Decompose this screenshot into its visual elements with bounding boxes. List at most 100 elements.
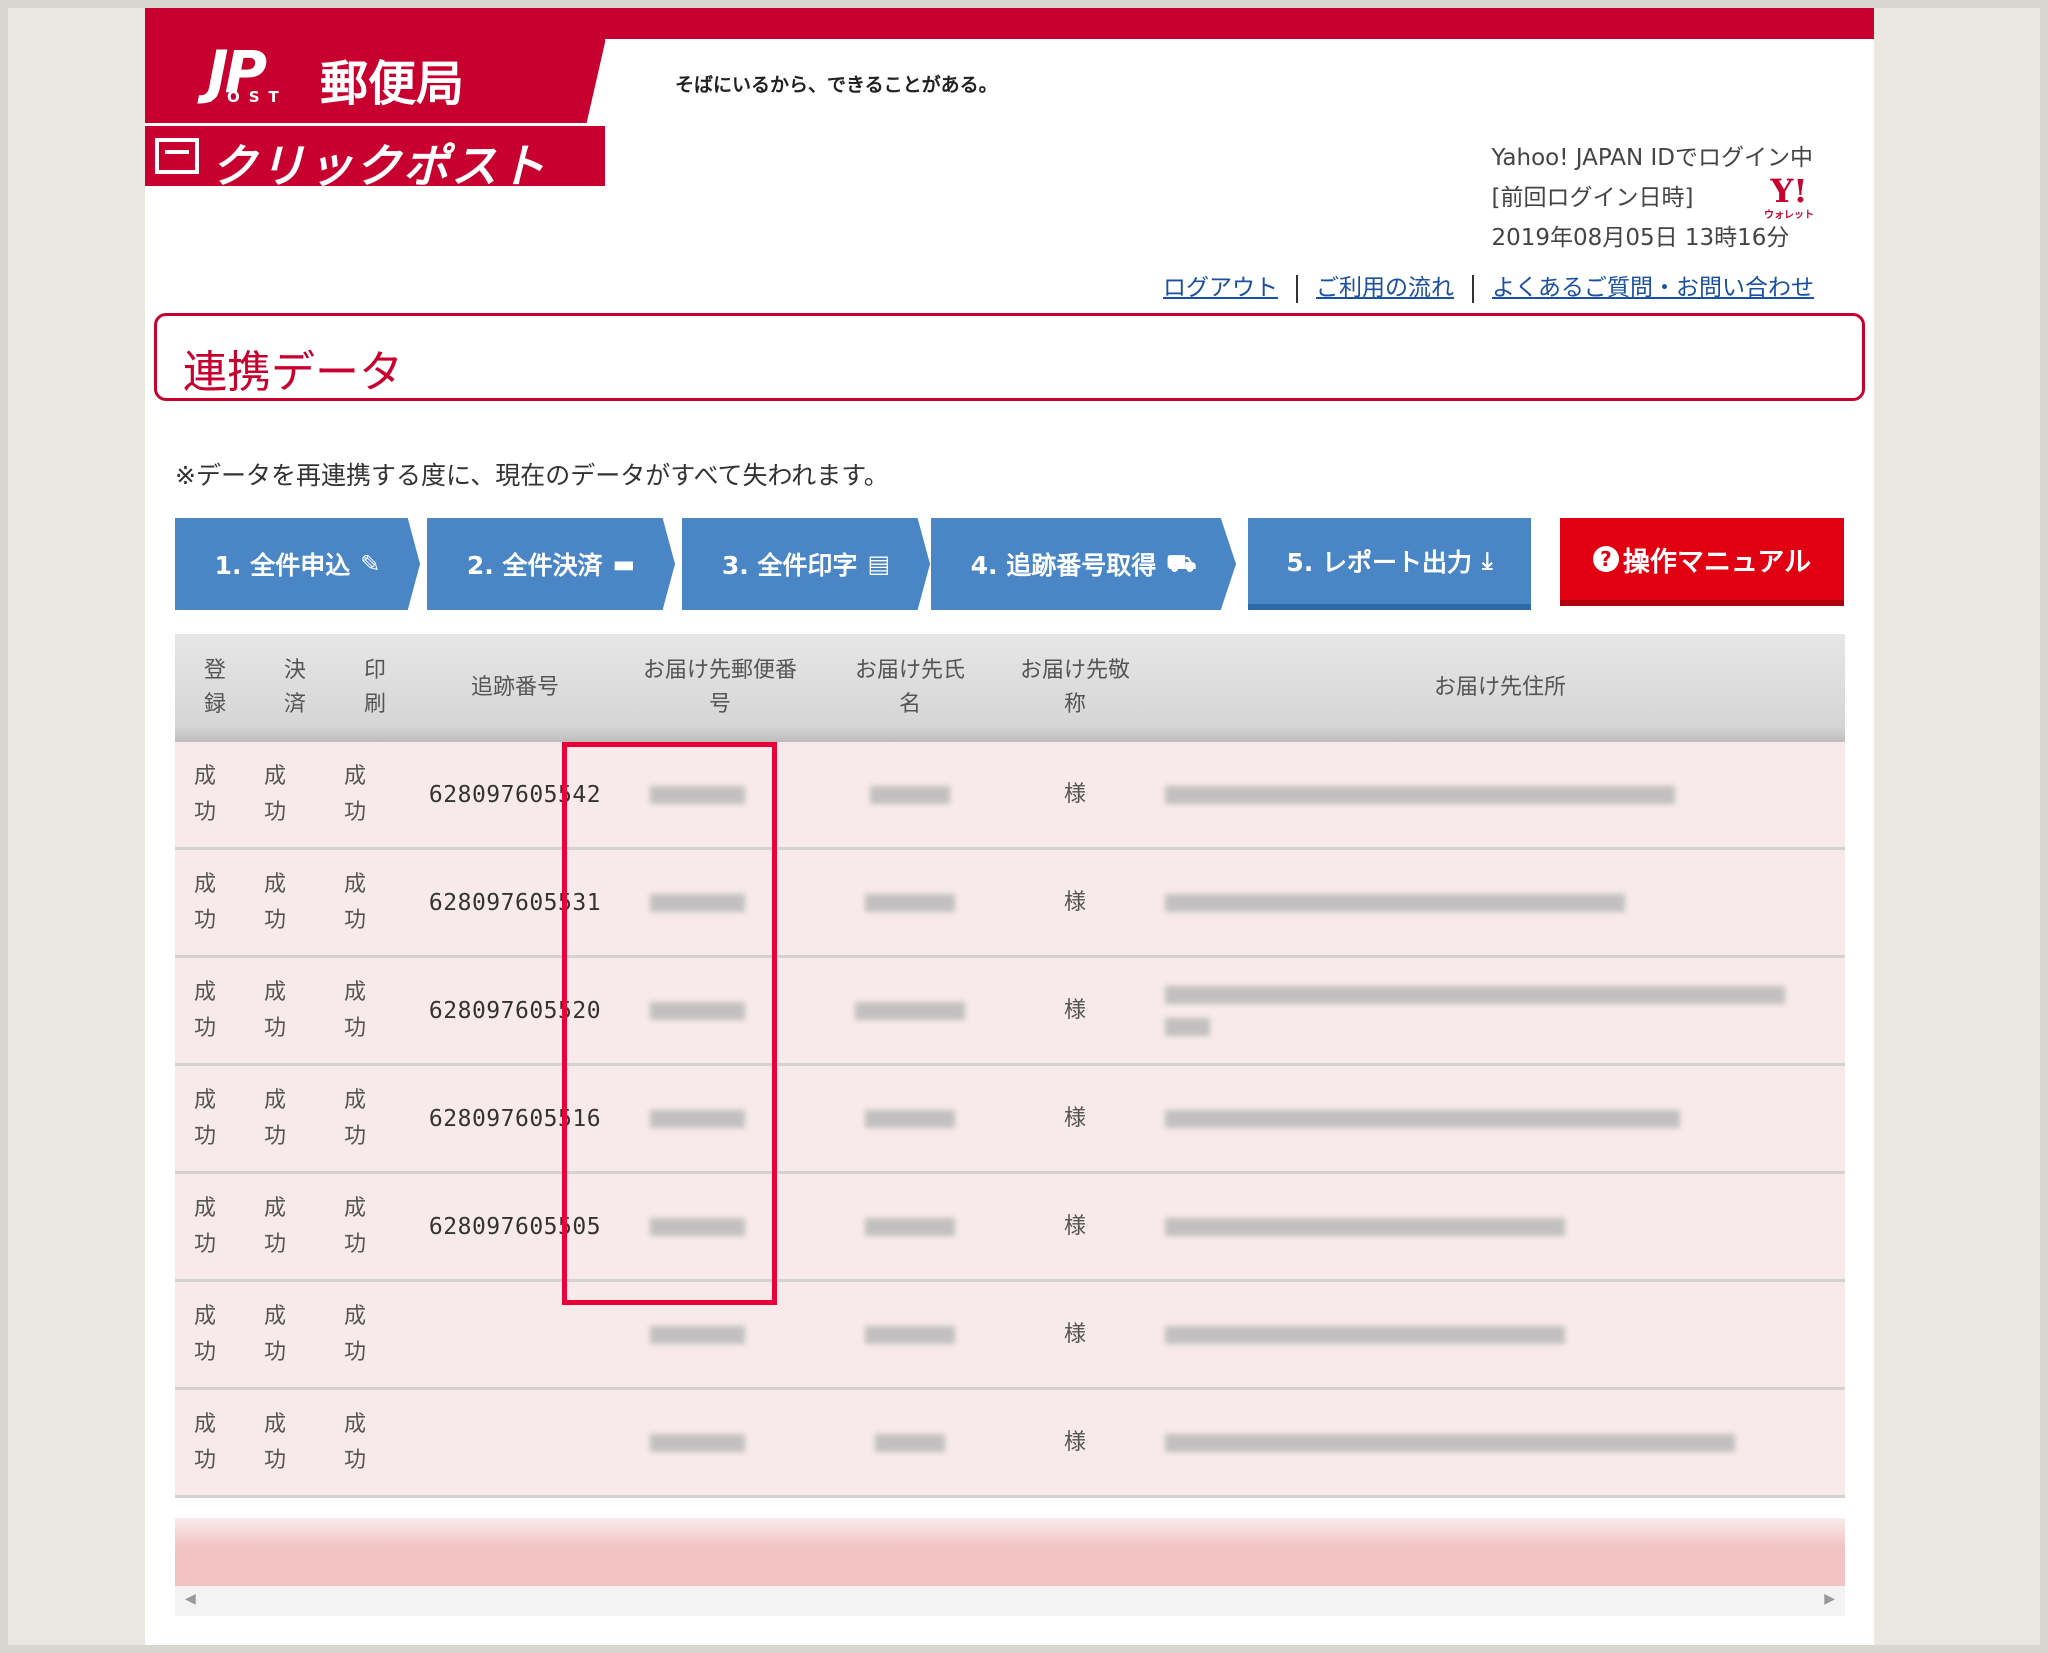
settled-status: 成 功 (263, 1303, 286, 1365)
operation-manual-button[interactable]: ? 操作マニュアル (1560, 518, 1844, 600)
redacted-text (870, 785, 950, 804)
mailbox-icon (155, 138, 199, 174)
address-redacted (1155, 1174, 1845, 1279)
printed-status: 成 功 (343, 1195, 366, 1257)
linked-data-table: 登 録 決 済 印 刷 追跡番号 お届け先郵便番 号 お届け先氏 名 お届け先敬… (175, 634, 1845, 1619)
col-registered: 登 録 (203, 658, 226, 717)
redacted-text (1165, 1325, 1565, 1344)
registered-status: 成 功 (193, 871, 216, 933)
registered-status: 成 功 (193, 1087, 216, 1149)
page-title-box: 連携データ (154, 313, 1865, 401)
warning-note: ※データを再連携する度に、現在のデータがすべて失われます。 (175, 461, 889, 490)
yahoo-wallet-sub: ウォレット (1764, 210, 1814, 221)
recipient-name-redacted (825, 850, 995, 955)
recipient-name-redacted (825, 1174, 995, 1279)
step-label: 2. 全件決済 (466, 551, 603, 580)
manual-label: 操作マニュアル (1622, 546, 1812, 578)
post-text: POST (207, 88, 288, 106)
table-row[interactable]: 成 功 成 功 成 功 様 (175, 1282, 1845, 1390)
tagline: そばにいるから、できることがある。 (675, 74, 998, 96)
address-redacted (1155, 742, 1845, 847)
tracking-number-highlight-box (562, 742, 777, 1305)
printed-status: 成 功 (343, 871, 366, 933)
address-redacted (1155, 1282, 1845, 1387)
step-3-print-all-button[interactable]: 3. 全件印字 ▤ (682, 518, 930, 610)
honorific: 様 (1063, 889, 1086, 915)
honorific: 様 (1063, 1429, 1086, 1455)
step-label: 5. レポート出力 (1286, 548, 1472, 577)
honorific: 様 (1063, 781, 1086, 807)
printed-status: 成 功 (343, 763, 366, 825)
redacted-text (865, 1217, 955, 1236)
table-row[interactable]: 成 功 成 功 成 功 様 (175, 1390, 1845, 1498)
brand-name: 郵便局 (320, 56, 465, 112)
table-row[interactable]: 成 功 成 功 成 功 628097605542 様 (175, 742, 1845, 850)
redacted-text (865, 1109, 955, 1128)
redacted-text (1165, 1109, 1680, 1128)
recipient-name-redacted (825, 958, 995, 1063)
redacted-text (875, 1433, 945, 1452)
col-honorific: お届け先敬 称 (1019, 658, 1130, 717)
scroll-left-icon[interactable]: ◀ (185, 1591, 196, 1607)
service-name: クリックポスト (211, 139, 547, 193)
download-icon: ⤓ (1482, 547, 1493, 575)
pdf-icon: ▤ (867, 550, 891, 578)
recipient-name-redacted (825, 1390, 995, 1495)
registered-status: 成 功 (193, 979, 216, 1041)
redacted-text (650, 1433, 745, 1452)
login-status: Yahoo! JAPAN IDでログイン中 (1491, 145, 1813, 171)
pencil-icon: ✎ (360, 550, 381, 578)
link-divider (1296, 274, 1298, 303)
horizontal-scrollbar[interactable]: ◀ ▶ (175, 1586, 1845, 1616)
printed-status: 成 功 (343, 979, 366, 1041)
table-footer-band (175, 1518, 1845, 1586)
redacted-text (1165, 893, 1625, 912)
col-settled: 決 済 (283, 658, 306, 717)
registered-status: 成 功 (193, 763, 216, 825)
usage-flow-link[interactable]: ご利用の流れ (1316, 275, 1454, 301)
address-redacted (1155, 958, 1845, 1063)
col-address: お届け先住所 (1433, 675, 1566, 700)
step-1-apply-all-button[interactable]: 1. 全件申込 ✎ (175, 518, 420, 610)
yahoo-wallet-logo: Y! ウォレット (1764, 172, 1814, 221)
clickpost-logo[interactable]: クリックポスト (145, 126, 605, 193)
table-row[interactable]: 成 功 成 功 成 功 628097605531 様 (175, 850, 1845, 958)
honorific: 様 (1063, 1105, 1086, 1131)
tracking-number (415, 1390, 615, 1495)
settled-status: 成 功 (263, 979, 286, 1041)
table-row[interactable]: 成 功 成 功 成 功 628097605516 様 (175, 1066, 1845, 1174)
settled-status: 成 功 (263, 763, 286, 825)
step-label: 4. 追跡番号取得 (970, 551, 1157, 580)
header-links: ログアウト ご利用の流れ よくあるご質問・お問い合わせ (1163, 268, 1814, 303)
redacted-text (855, 1001, 965, 1020)
scroll-right-icon[interactable]: ▶ (1824, 1591, 1835, 1607)
col-tracking: 追跡番号 (470, 675, 559, 700)
yahoo-wallet-mark: Y! (1770, 172, 1808, 210)
logout-link[interactable]: ログアウト (1163, 275, 1278, 301)
printed-status: 成 功 (343, 1087, 366, 1149)
honorific: 様 (1063, 997, 1086, 1023)
table-row[interactable]: 成 功 成 功 成 功 628097605505 様 (175, 1174, 1845, 1282)
redacted-text (865, 1325, 955, 1344)
step-4-get-tracking-button[interactable]: 4. 追跡番号取得 ⛟ (931, 518, 1236, 610)
settled-status: 成 功 (263, 871, 286, 933)
honorific: 様 (1063, 1213, 1086, 1239)
honorific: 様 (1063, 1321, 1086, 1347)
settled-status: 成 功 (263, 1195, 286, 1257)
registered-status: 成 功 (193, 1411, 216, 1473)
japan-post-logo[interactable]: JP POST 郵便局 (145, 8, 605, 123)
faq-contact-link[interactable]: よくあるご質問・お問い合わせ (1492, 275, 1814, 301)
redacted-text (650, 1325, 745, 1344)
redacted-text (1165, 1433, 1735, 1452)
step-5-report-output-button[interactable]: 5. レポート出力 ⤓ (1248, 518, 1531, 604)
recipient-name-redacted (825, 742, 995, 847)
step-2-pay-all-button[interactable]: 2. 全件決済 ▬ (427, 518, 675, 610)
step-label: 1. 全件申込 (214, 551, 351, 580)
redacted-text (1165, 1217, 1565, 1236)
page-container: JP POST 郵便局 そばにいるから、できることがある。 クリックポスト Ya… (145, 8, 1874, 1645)
redacted-text (865, 893, 955, 912)
recipient-name-redacted (825, 1282, 995, 1387)
table-row[interactable]: 成 功 成 功 成 功 628097605520 様 (175, 958, 1845, 1066)
truck-icon: ⛟ (1166, 548, 1197, 577)
registered-status: 成 功 (193, 1195, 216, 1257)
